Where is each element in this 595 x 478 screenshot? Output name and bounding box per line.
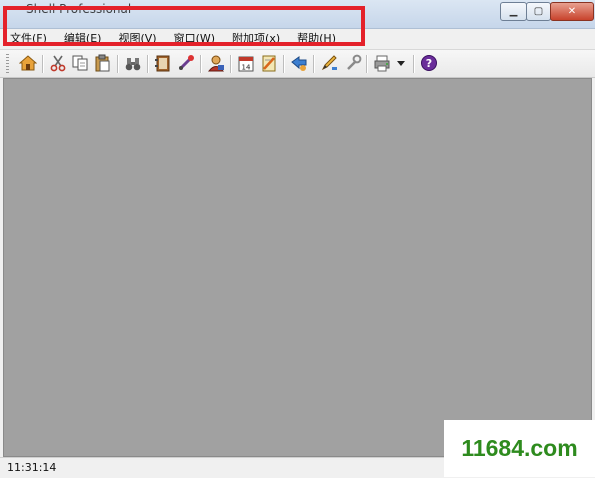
task-icon bbox=[262, 55, 276, 72]
dropdown-arrow-icon bbox=[397, 61, 405, 66]
menu-view[interactable]: 视图(V) bbox=[108, 29, 163, 49]
home-icon bbox=[19, 55, 37, 71]
status-time: 11:31:14 bbox=[7, 461, 57, 474]
paste-icon bbox=[95, 54, 110, 72]
maximize-icon: ▢ bbox=[533, 6, 544, 17]
toolbar-separator bbox=[283, 55, 284, 73]
print-dropdown-button[interactable] bbox=[394, 53, 408, 73]
address-book-icon bbox=[155, 55, 170, 72]
toolbar-separator bbox=[147, 55, 148, 73]
minimize-icon: ▁ bbox=[509, 6, 518, 17]
link-button[interactable] bbox=[176, 53, 196, 73]
address-book-button[interactable] bbox=[153, 53, 173, 73]
contacts-button[interactable] bbox=[206, 53, 226, 73]
toolbar-separator bbox=[117, 55, 118, 73]
toolbar-grip[interactable] bbox=[6, 54, 9, 74]
close-icon: ✕ bbox=[567, 6, 577, 17]
cut-icon bbox=[50, 55, 66, 72]
mdi-workspace[interactable] bbox=[3, 78, 592, 457]
print-button[interactable] bbox=[372, 53, 392, 73]
calendar-button[interactable]: 14 bbox=[236, 53, 256, 73]
menu-addons[interactable]: 附加项(x) bbox=[222, 29, 287, 49]
link-icon bbox=[178, 55, 194, 71]
binoculars-icon bbox=[125, 58, 141, 71]
find-button[interactable] bbox=[123, 53, 143, 73]
menu-edit[interactable]: 编辑(E) bbox=[54, 29, 109, 49]
toolbar-separator bbox=[200, 55, 201, 73]
toolbar: 14 ? bbox=[0, 50, 595, 78]
copy-icon bbox=[72, 55, 88, 71]
printer-icon bbox=[374, 55, 390, 72]
watermark: 11684.com bbox=[444, 420, 595, 477]
pencil-icon bbox=[321, 55, 337, 71]
toolbar-separator bbox=[42, 55, 43, 73]
paste-button[interactable] bbox=[93, 53, 113, 73]
menu-file[interactable]: 文件(F) bbox=[0, 29, 54, 49]
title-bar: Shell Professional ▁ ▢ ✕ bbox=[0, 0, 595, 29]
menu-help[interactable]: 帮助(H) bbox=[287, 29, 343, 49]
home-button[interactable] bbox=[18, 53, 38, 73]
menu-bar: 文件(F) 编辑(E) 视图(V) 窗口(W) 附加项(x) 帮助(H) bbox=[0, 29, 595, 50]
close-button[interactable]: ✕ bbox=[550, 2, 594, 21]
edit-button[interactable] bbox=[319, 53, 339, 73]
user-icon bbox=[207, 55, 225, 72]
help-button[interactable]: ? bbox=[419, 53, 439, 73]
cut-button[interactable] bbox=[48, 53, 68, 73]
copy-button[interactable] bbox=[70, 53, 90, 73]
share-button[interactable] bbox=[289, 53, 309, 73]
tools-button[interactable] bbox=[343, 53, 363, 73]
toolbar-separator bbox=[230, 55, 231, 73]
share-icon bbox=[291, 56, 307, 71]
wrench-icon bbox=[347, 54, 362, 70]
maximize-button[interactable]: ▢ bbox=[526, 2, 551, 21]
help-icon: ? bbox=[421, 55, 437, 71]
toolbar-separator bbox=[413, 55, 414, 73]
toolbar-separator bbox=[366, 55, 367, 73]
window-title: Shell Professional bbox=[26, 2, 132, 16]
help-symbol: ? bbox=[426, 57, 432, 70]
calendar-icon: 14 bbox=[238, 56, 254, 72]
calendar-day-label: 14 bbox=[242, 64, 251, 72]
task-button[interactable] bbox=[259, 53, 279, 73]
toolbar-separator bbox=[313, 55, 314, 73]
minimize-button[interactable]: ▁ bbox=[500, 2, 527, 21]
menu-window[interactable]: 窗口(W) bbox=[164, 29, 222, 49]
